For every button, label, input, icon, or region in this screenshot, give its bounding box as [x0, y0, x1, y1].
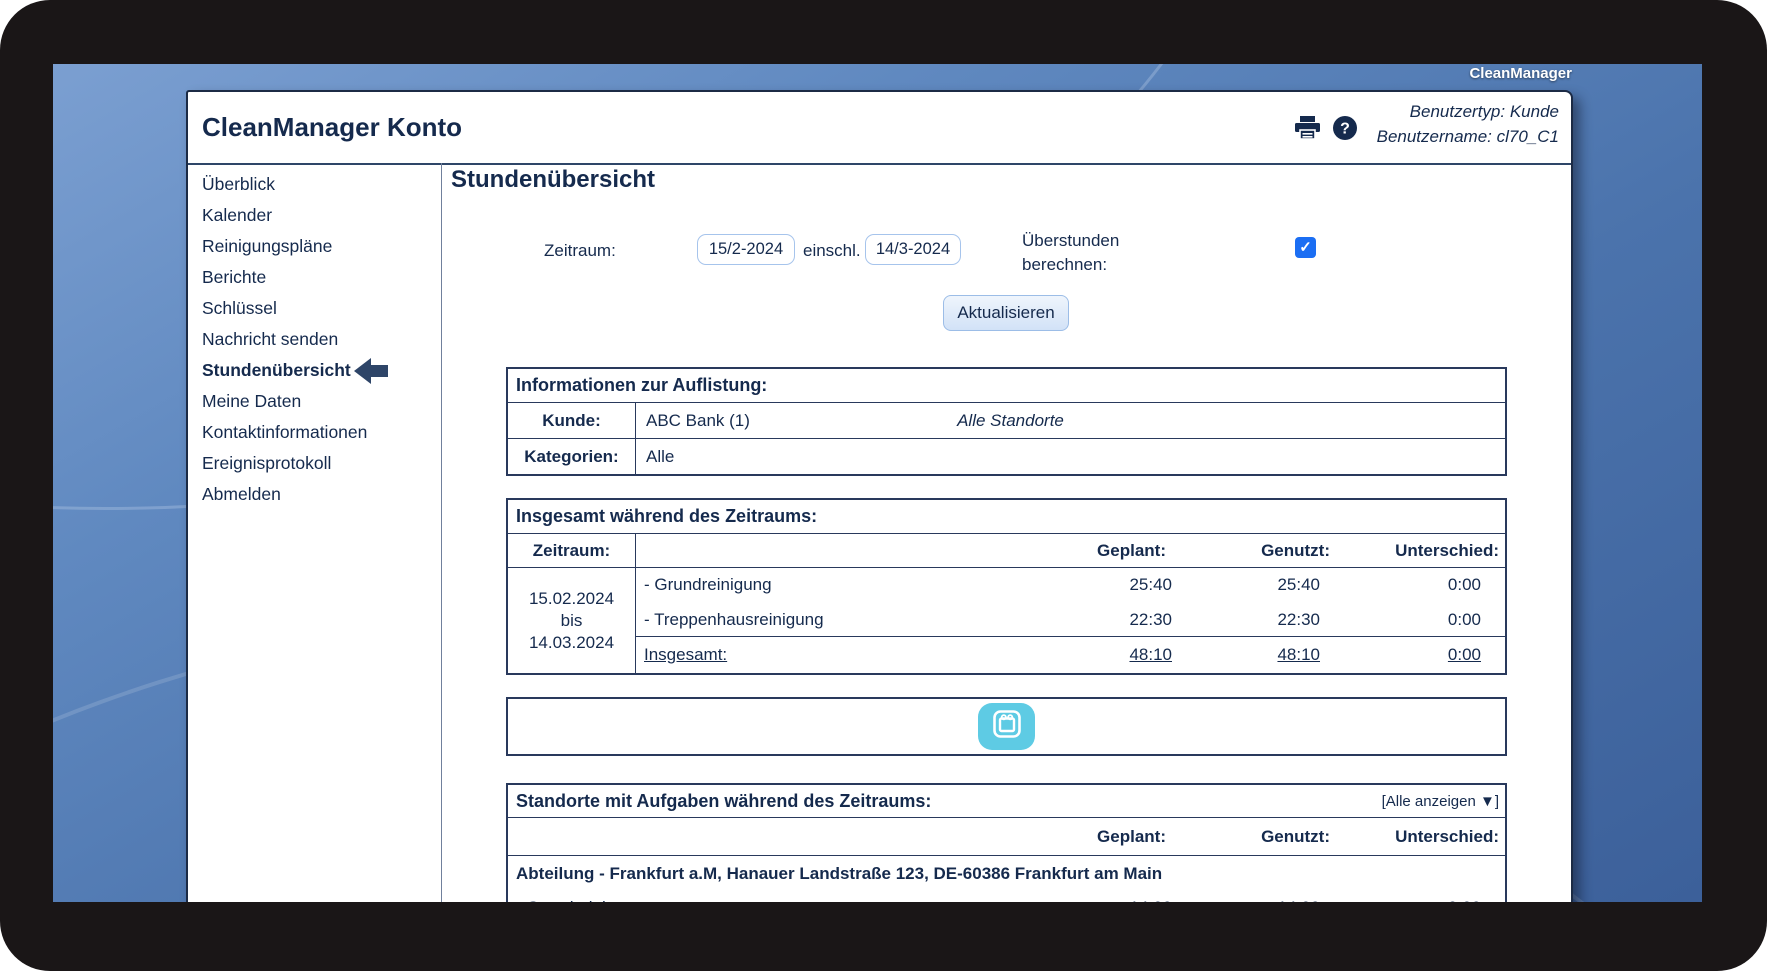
user-type: Benutzertyp: Kunde	[1409, 102, 1559, 121]
export-bar	[506, 697, 1507, 756]
row-value: Alle	[646, 446, 675, 466]
print-icon[interactable]	[1294, 115, 1321, 141]
app-header: CleanManager Konto ? Benutzertyp: Kunde …	[188, 92, 1571, 165]
info-table: Informationen zur Auflistung: Kunde: ABC…	[506, 367, 1507, 476]
location-section-header: Abteilung - Frankfurt a.M, Hanauer Lands…	[516, 864, 1163, 883]
genutzt-value: 25:40	[1277, 575, 1320, 595]
unterschied-column-header: Unterschied:	[1395, 826, 1499, 846]
date-from-input[interactable]	[697, 234, 795, 265]
row-value: ABC Bank (1) Alle Standorte	[636, 403, 1505, 438]
overtime-checkbox[interactable]: ✓	[1295, 237, 1316, 258]
totals-table: Insgesamt während des Zeitraums: Zeitrau…	[506, 498, 1507, 675]
total-label: Insgesamt:	[644, 645, 728, 665]
checkmark-icon: ✓	[1299, 239, 1312, 256]
sidebar-item-meine-daten[interactable]: Meine Daten	[202, 386, 441, 417]
task-name: - Grundreinigung	[644, 575, 772, 595]
info-table-title: Informationen zur Auflistung:	[508, 369, 1505, 403]
geplant-value: 14:00	[1044, 892, 1204, 902]
unterschied-value: 0:00	[1447, 575, 1481, 595]
table-row: › Grundreinigung 14:00 14:00 0:00	[508, 892, 1505, 902]
sidebar-item-nachricht-senden[interactable]: Nachricht senden	[202, 324, 441, 355]
user-name: Benutzername: cl70_C1	[1376, 127, 1559, 146]
genutzt-total: 48:10	[1277, 645, 1320, 665]
browser-viewport: CleanManager CleanManager Konto ? Benutz…	[53, 64, 1702, 902]
table-row: - Grundreinigung 25:40 25:40 0:00	[636, 568, 1505, 603]
unterschied-value: 0:00	[1447, 609, 1481, 629]
active-item-arrow-icon	[353, 357, 388, 384]
date-to-input[interactable]	[865, 234, 961, 265]
app-title: CleanManager Konto	[202, 112, 463, 142]
sidebar-item-ueberblick[interactable]: Überblick	[202, 169, 441, 200]
sidebar-item-kontaktinformationen[interactable]: Kontaktinformationen	[202, 417, 441, 448]
unterschied-total: 0:00	[1447, 645, 1481, 665]
unterschied-column-header: Unterschied:	[1395, 540, 1499, 560]
totals-table-title: Insgesamt während des Zeitraums:	[508, 500, 1505, 534]
calendar-icon	[989, 706, 1025, 747]
geplant-column-header: Geplant:	[1097, 826, 1166, 846]
sidebar-item-kalender[interactable]: Kalender	[202, 200, 441, 231]
einschl-label: einschl.	[803, 241, 861, 260]
total-row: Insgesamt: 48:10 48:10 0:00	[636, 636, 1505, 673]
row-label: Kategorien:	[508, 439, 636, 474]
period-cell: 15.02.2024 bis 14.03.2024	[508, 568, 636, 673]
locations-table: Standorte mit Aufgaben während des Zeitr…	[506, 783, 1507, 902]
geplant-value: 25:40	[1129, 575, 1172, 595]
sidebar-item-berichte[interactable]: Berichte	[202, 262, 441, 293]
update-button[interactable]: Aktualisieren	[943, 295, 1069, 331]
genutzt-value: 14:00	[1204, 892, 1352, 902]
genutzt-column-header: Genutzt:	[1261, 540, 1330, 560]
sidebar-item-stundenuebersicht[interactable]: Stundenübersicht	[202, 355, 441, 386]
geplant-value: 22:30	[1129, 609, 1172, 629]
main-content: Stundenübersicht Zeitraum: einschl. Über…	[441, 163, 1571, 902]
genutzt-column-header: Genutzt:	[1261, 826, 1330, 846]
totals-body: 15.02.2024 bis 14.03.2024 - Grundreinigu…	[508, 568, 1505, 673]
app-window: CleanManager Konto ? Benutzertyp: Kunde …	[186, 90, 1573, 902]
calendar-export-button[interactable]	[978, 703, 1035, 750]
sidebar-item-schluessel[interactable]: Schlüssel	[202, 293, 441, 324]
row-label: Kunde:	[508, 403, 636, 438]
user-info: Benutzertyp: Kunde Benutzername: cl70_C1	[1377, 99, 1559, 149]
task-name: - Treppenhausreinigung	[644, 609, 824, 629]
sidebar-item-reinigungsplaene[interactable]: Reinigungspläne	[202, 231, 441, 262]
overtime-label: Überstunden berechnen:	[1022, 231, 1120, 274]
unterschied-value: 0:00	[1352, 892, 1505, 902]
table-row: Kategorien: Alle	[508, 439, 1505, 474]
geplant-column-header: Geplant:	[1097, 540, 1166, 560]
sidebar-nav: Überblick Kalender Reinigungspläne Beric…	[188, 165, 441, 902]
sidebar-item-abmelden[interactable]: Abmelden	[202, 479, 441, 510]
help-icon[interactable]: ?	[1332, 115, 1358, 141]
zeitraum-label: Zeitraum:	[544, 241, 616, 260]
geplant-total: 48:10	[1129, 645, 1172, 665]
table-row: Kunde: ABC Bank (1) Alle Standorte	[508, 403, 1505, 439]
column-header-row: Geplant: Genutzt: Unterschied:	[508, 818, 1505, 856]
column-header-row: Zeitraum: Geplant: Genutzt: Unterschied:	[508, 534, 1505, 568]
table-row: - Treppenhausreinigung 22:30 22:30 0:00	[636, 603, 1505, 637]
page-title: Stundenübersicht	[451, 166, 656, 193]
row-extra: Alle Standorte	[957, 410, 1064, 430]
locations-table-title: Standorte mit Aufgaben während des Zeitr…	[508, 785, 1505, 818]
genutzt-value: 22:30	[1277, 609, 1320, 629]
svg-text:?: ?	[1340, 121, 1350, 138]
brand-watermark: CleanManager	[1469, 65, 1572, 82]
period-column-header: Zeitraum:	[508, 534, 636, 567]
show-all-toggle[interactable]: [Alle anzeigen ▼]	[1382, 793, 1505, 810]
sidebar-item-ereignisprotokoll[interactable]: Ereignisprotokoll	[202, 448, 441, 479]
task-name: › Grundreinigung	[508, 892, 1044, 902]
